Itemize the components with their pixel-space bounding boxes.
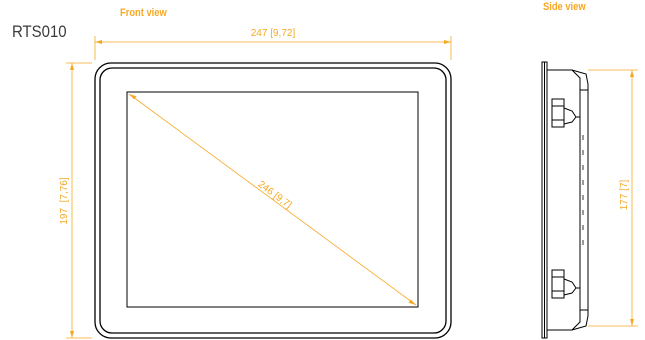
side-height-label: 177 [7] bbox=[619, 179, 630, 210]
front-width-dimension bbox=[94, 36, 452, 60]
technical-drawing: 247 [9,72] 197 [7,76] 246 [9,7] 177 [7] bbox=[59, 28, 638, 339]
top-mounting-clamp bbox=[551, 98, 580, 128]
side-view-drawing bbox=[541, 61, 589, 339]
front-height-label: 197 [7,76] bbox=[59, 177, 70, 224]
front-diagonal-label: 246 [9,7] bbox=[256, 179, 294, 211]
side-height-dimension bbox=[588, 69, 638, 327]
bottom-mounting-clamp bbox=[551, 269, 580, 299]
front-width-label: 247 [9,72] bbox=[251, 28, 296, 39]
